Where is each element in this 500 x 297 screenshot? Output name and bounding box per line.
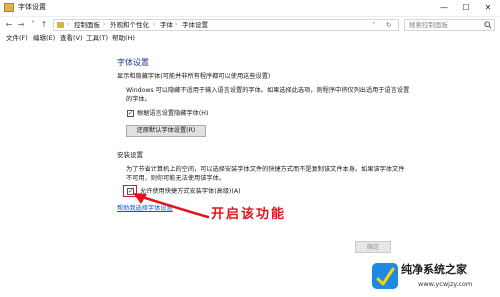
close-button[interactable]: ✕ — [478, 1, 498, 14]
hide-fonts-checkbox[interactable]: ✓ — [127, 110, 134, 117]
restore-default-font-settings-button[interactable]: 还原默认字体设置(R) — [126, 125, 206, 137]
menu-help[interactable]: 帮助(H) — [112, 33, 135, 44]
hide-fonts-description-line1: Windows 可以隐藏不适用于输入语言设置的字体。如果选择此选项，则程序中将仅… — [126, 87, 410, 94]
maximize-button[interactable]: ☐ — [456, 1, 476, 14]
address-dropdown-icon[interactable]: ˅ — [372, 20, 375, 30]
watermark-url: www.ycwjzy.com — [418, 280, 473, 288]
menu-bar: 文件(F) 编辑(E) 查看(V) 工具(T) 帮助(H) — [0, 33, 500, 44]
watermark-title: 纯净系统之家 — [401, 263, 467, 276]
breadcrumb-separator: › — [153, 21, 156, 28]
watermark-logo-icon — [372, 263, 398, 289]
forward-arrow-icon[interactable]: → — [15, 18, 27, 31]
menu-file[interactable]: 文件(F) — [6, 33, 28, 44]
fonts-folder-icon — [4, 3, 14, 12]
breadcrumb-separator: › — [67, 21, 70, 28]
refresh-icon[interactable]: ↻ — [386, 20, 391, 30]
show-hide-fonts-subtitle: 显示和隐藏字体(可能并非所有程序都可以使用这些设置) — [117, 73, 271, 80]
back-arrow-icon[interactable]: ← — [3, 18, 15, 31]
font-settings-heading: 字体设置 — [117, 58, 149, 67]
breadcrumb-fonts[interactable]: 字体 — [160, 20, 173, 30]
breadcrumb-separator: › — [175, 21, 178, 28]
install-settings-heading: 安装设置 — [117, 151, 143, 159]
up-arrow-icon[interactable]: ↑ — [38, 18, 50, 31]
annotation-text: 开启该功能 — [211, 207, 287, 222]
breadcrumb-separator: › — [103, 21, 106, 28]
minimize-button[interactable]: — — [434, 1, 454, 14]
address-box[interactable]: › 控制面板 › 外观和个性化 › 字体 › 字体设置 ˅ ↻ — [53, 19, 399, 31]
search-icon[interactable] — [484, 21, 492, 29]
search-input[interactable]: 搜索控制面板 — [404, 19, 495, 31]
breadcrumb-font-settings[interactable]: 字体设置 — [182, 20, 208, 30]
hide-fonts-checkbox-label[interactable]: 根据语言设置隐藏字体(H) — [137, 109, 208, 118]
title-bar: 字体设置 — ☐ ✕ — [0, 0, 500, 17]
menu-tools[interactable]: 工具(T) — [86, 33, 108, 44]
annotation-arrow-icon — [133, 193, 210, 219]
install-description-line2: 不可用，则你可能无法使用该字体。 — [126, 175, 225, 182]
control-panel-icon — [57, 22, 64, 28]
search-placeholder: 搜索控制面板 — [409, 21, 448, 29]
breadcrumb-control-panel[interactable]: 控制面板 — [74, 20, 100, 30]
install-description-line1: 为了节省计算机上的空间，可以选择安装字体文件的快捷方式而不是复制该文件本身。如果… — [126, 166, 405, 173]
hide-fonts-description-line2: 的字体。 — [126, 96, 151, 103]
window-title: 字体设置 — [18, 3, 46, 11]
menu-view[interactable]: 查看(V) — [60, 33, 83, 44]
breadcrumb-appearance[interactable]: 外观和个性化 — [110, 20, 149, 30]
address-bar-row: ← → ˅ ↑ › 控制面板 › 外观和个性化 › 字体 › 字体设置 ˅ ↻ … — [0, 17, 500, 33]
ok-button[interactable]: 确定 — [355, 241, 391, 253]
menu-edit[interactable]: 编辑(E) — [33, 33, 55, 44]
